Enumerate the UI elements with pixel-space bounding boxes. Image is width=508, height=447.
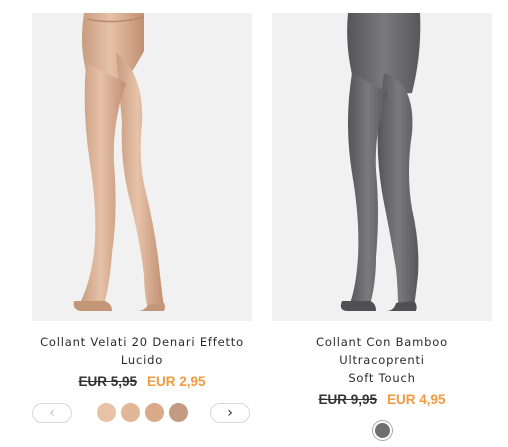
product-title[interactable]: Collant Velati 20 Denari Effetto Lucido: [32, 333, 252, 369]
product-title-line[interactable]: Soft Touch: [272, 369, 492, 387]
product-image[interactable]: [32, 13, 252, 321]
product-title-line[interactable]: Collant Velati 20 Denari Effetto: [32, 333, 252, 351]
color-swatch[interactable]: [372, 421, 392, 440]
color-swatch[interactable]: [96, 403, 116, 422]
price-row: EUR 5,95 EUR 2,95: [32, 374, 252, 389]
product-image[interactable]: [272, 13, 492, 321]
color-swatch[interactable]: [168, 403, 188, 422]
color-swatches: [272, 421, 492, 440]
product-card[interactable]: Collant Velati 20 Denari Effetto Lucido …: [32, 13, 252, 425]
product-title-line[interactable]: Collant Con Bamboo Ultracoprenti: [272, 333, 492, 369]
color-swatch[interactable]: [120, 403, 140, 422]
sale-price: EUR 2,95: [147, 374, 206, 389]
price-row: EUR 9,95 EUR 4,95: [272, 392, 492, 407]
original-price: EUR 9,95: [318, 392, 377, 407]
color-swatch-row: [272, 421, 492, 443]
original-price: EUR 5,95: [78, 374, 137, 389]
sale-price: EUR 4,95: [387, 392, 446, 407]
chevron-right-icon[interactable]: ›: [210, 403, 250, 423]
product-title[interactable]: Collant Con Bamboo Ultracoprenti Soft To…: [272, 333, 492, 387]
product-title-line[interactable]: Lucido: [32, 351, 252, 369]
legs-nude-tights-image: [73, 13, 165, 311]
color-swatch-carousel: ‹ ›: [32, 403, 252, 425]
product-card[interactable]: Collant Con Bamboo Ultracoprenti Soft To…: [272, 13, 492, 443]
legs-grey-tights-image: [340, 13, 421, 311]
color-swatch[interactable]: [144, 403, 164, 422]
